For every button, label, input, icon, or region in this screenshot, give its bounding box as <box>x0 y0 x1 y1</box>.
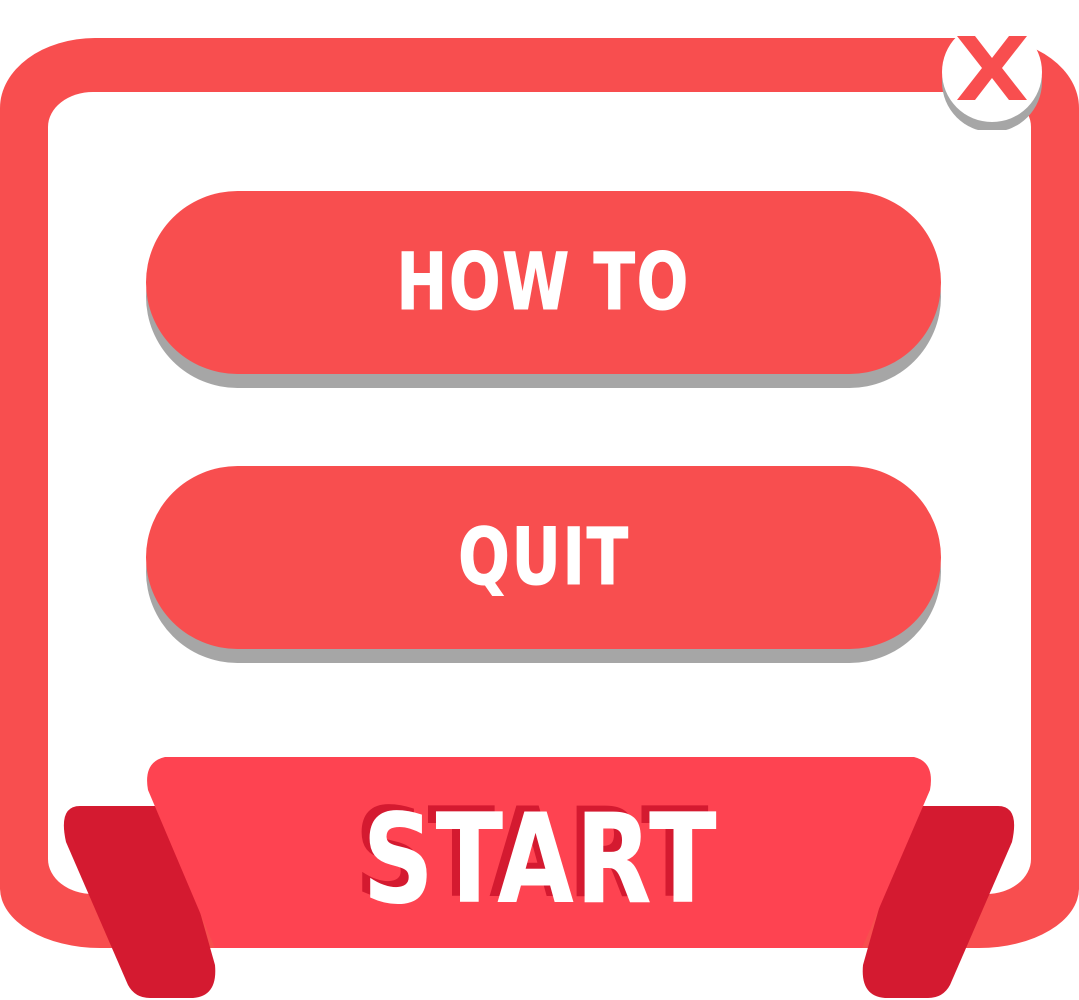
game-menu-panel: HOW TO QUIT START <box>0 0 1079 1000</box>
start-button[interactable]: START <box>200 790 880 930</box>
start-label: START <box>362 788 718 932</box>
